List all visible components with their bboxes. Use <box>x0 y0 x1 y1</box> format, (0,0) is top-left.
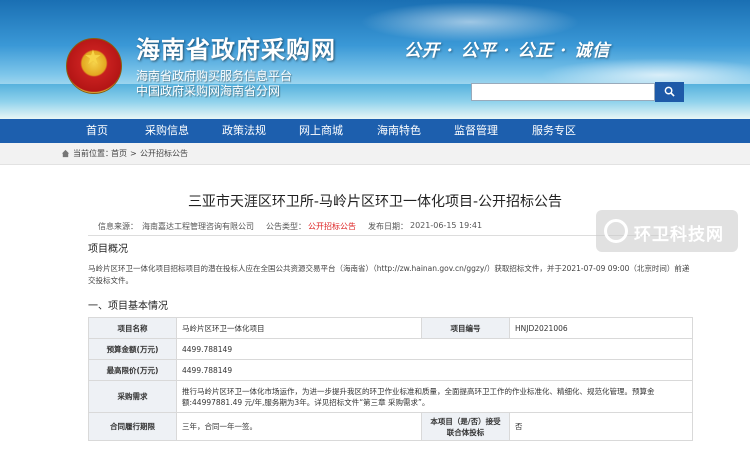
table-label: 项目名称 <box>88 317 177 339</box>
watermark-text: 环卫科技网 <box>634 225 724 245</box>
search-button[interactable] <box>655 82 684 102</box>
breadcrumb-home[interactable]: 首页 <box>111 143 127 165</box>
table-row: 合同履行期限 三年，合同一年一签。 本项目（是/否）接受联合体投标 否 <box>88 412 693 441</box>
slogan: 公开 · 公平 · 公正 · 诚信 <box>404 41 611 61</box>
type-value[interactable]: 公开招标公告 <box>308 221 356 232</box>
table-row: 项目名称 马岭片区环卫一体化项目 项目编号 HNJD2021006 <box>88 317 693 339</box>
national-emblem-logo: ★ <box>66 38 122 94</box>
article-title: 三亚市天涯区环卫所-马岭片区环卫一体化项目-公开招标公告 <box>187 194 563 210</box>
table-row: 预算金额(万元) 4499.788149 <box>88 338 693 360</box>
table-label: 项目编号 <box>421 317 510 339</box>
nav-item-home[interactable]: 首页 <box>86 119 108 143</box>
home-icon <box>61 149 70 158</box>
source-value: 海南嘉达工程管理咨询有限公司 <box>142 222 254 231</box>
main-nav: 首页 采购信息 政策法规 网上商城 海南特色 监督管理 服务专区 <box>0 119 750 143</box>
nav-item-supervision[interactable]: 监督管理 <box>454 119 498 143</box>
overview-text: 马岭片区环卫一体化项目招标项目的潜在投标人应在全国公共资源交易平台（海南省）（h… <box>88 264 690 285</box>
table-cell: 马岭片区环卫一体化项目 <box>176 317 422 339</box>
table-row: 最高限价(万元) 4499.788149 <box>88 359 693 381</box>
breadcrumb: 当前位置： 首页 > 公开招标公告 <box>0 143 750 165</box>
section-heading: 一、项目基本情况 <box>88 301 168 312</box>
table-cell: 推行马岭片区环卫一体化市场运作，为进一步提升我区的环卫作业标准和质量，全面提高环… <box>176 380 693 413</box>
table-cell: 三年，合同一年一签。 <box>176 412 422 441</box>
star-icon: ★ <box>84 45 102 69</box>
project-info-table: 项目名称 马岭片区环卫一体化项目 项目编号 HNJD2021006 预算金额(万… <box>88 317 693 441</box>
table-label: 最高限价(万元) <box>88 359 177 381</box>
nav-item-procurement-info[interactable]: 采购信息 <box>145 119 189 143</box>
table-label: 合同履行期限 <box>88 412 177 441</box>
search-icon <box>664 86 675 97</box>
table-label: 本项目（是/否）接受联合体投标 <box>421 412 510 441</box>
header-banner: ★ 海南省政府采购网 海南省政府购买服务信息平台 中国政府采购网海南省分网 公开… <box>0 0 750 119</box>
table-label: 预算金额(万元) <box>88 338 177 360</box>
table-cell: 4499.788149 <box>176 359 693 381</box>
breadcrumb-separator: > <box>130 149 137 158</box>
nav-item-hainan-features[interactable]: 海南特色 <box>377 119 421 143</box>
site-title[interactable]: 海南省政府采购网 <box>136 30 336 65</box>
table-label: 采购需求 <box>88 380 177 413</box>
search-input[interactable] <box>471 83 655 101</box>
table-row: 采购需求 推行马岭片区环卫一体化市场运作，为进一步提升我区的环卫作业标准和质量，… <box>88 380 693 413</box>
table-cell: HNJD2021006 <box>509 317 693 339</box>
breadcrumb-current[interactable]: 公开招标公告 <box>140 143 188 165</box>
table-cell: 否 <box>509 412 693 441</box>
site-subtitle: 中国政府采购网海南省分网 <box>136 84 281 98</box>
date-label: 发布日期： <box>368 222 408 231</box>
date-value: 2021-06-15 19:41 <box>410 221 483 230</box>
nav-item-policies[interactable]: 政策法规 <box>222 119 266 143</box>
watermark-logo-icon <box>604 219 628 243</box>
nav-item-online-mall[interactable]: 网上商城 <box>299 119 343 143</box>
table-cell: 4499.788149 <box>176 338 693 360</box>
site-watermark: 环卫科技网 <box>596 210 738 252</box>
overview-heading: 项目概况 <box>88 244 128 255</box>
article-container: 三亚市天涯区环卫所-马岭片区环卫一体化项目-公开招标公告 信息来源： 海南嘉达工… <box>58 165 693 458</box>
nav-item-service-zone[interactable]: 服务专区 <box>532 119 576 143</box>
type-label: 公告类型： <box>266 222 306 231</box>
source-label: 信息来源： <box>98 222 138 231</box>
breadcrumb-prefix: 当前位置： <box>73 149 113 158</box>
